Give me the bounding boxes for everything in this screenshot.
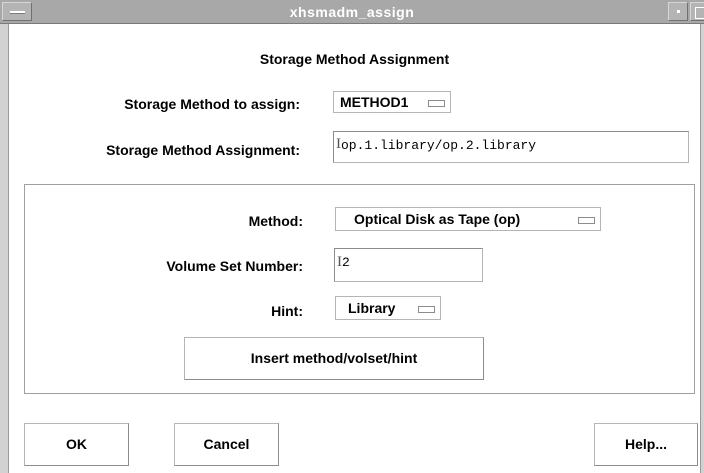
volume-set-value: 2	[342, 255, 350, 270]
method-to-assign-value: METHOD1	[340, 94, 409, 110]
option-menu-indicator-icon	[428, 100, 445, 107]
method-to-assign-select[interactable]: METHOD1	[333, 91, 451, 113]
insert-button-label: Insert method/volset/hint	[250, 350, 418, 366]
method-select[interactable]: Optical Disk as Tape (op)	[335, 207, 601, 231]
hint-value: Library	[348, 300, 396, 316]
window-frame-right	[700, 24, 704, 473]
volume-set-label: Volume Set Number:	[166, 258, 303, 274]
help-button-label: Help...	[624, 436, 667, 452]
help-button[interactable]: Help...	[594, 423, 698, 466]
window-frame-left	[0, 24, 9, 473]
method-value: Optical Disk as Tape (op)	[354, 211, 521, 227]
method-label: Method:	[248, 213, 303, 229]
assignment-field[interactable]: I op.1.library/op.2.library	[333, 131, 689, 163]
dialog-heading: Storage Method Assignment	[259, 51, 450, 67]
volume-set-field[interactable]: I 2	[334, 248, 483, 282]
hint-label: Hint:	[271, 303, 303, 319]
minimize-icon[interactable]	[668, 2, 688, 21]
assignment-value: op.1.library/op.2.library	[341, 138, 537, 153]
hint-select[interactable]: Library	[335, 296, 441, 320]
maximize-icon[interactable]	[690, 2, 704, 21]
option-menu-indicator-icon	[418, 306, 435, 313]
cancel-button-label: Cancel	[203, 436, 250, 452]
method-to-assign-label: Storage Method to assign:	[124, 96, 300, 112]
ok-button[interactable]: OK	[24, 423, 129, 466]
assignment-label: Storage Method Assignment:	[106, 142, 300, 158]
option-menu-indicator-icon	[578, 217, 595, 224]
window-title: xhsmadm_assign	[289, 4, 415, 20]
cancel-button[interactable]: Cancel	[174, 423, 279, 466]
window-menu-icon[interactable]	[2, 2, 32, 21]
insert-button[interactable]: Insert method/volset/hint	[184, 337, 484, 380]
ok-button-label: OK	[66, 436, 87, 452]
